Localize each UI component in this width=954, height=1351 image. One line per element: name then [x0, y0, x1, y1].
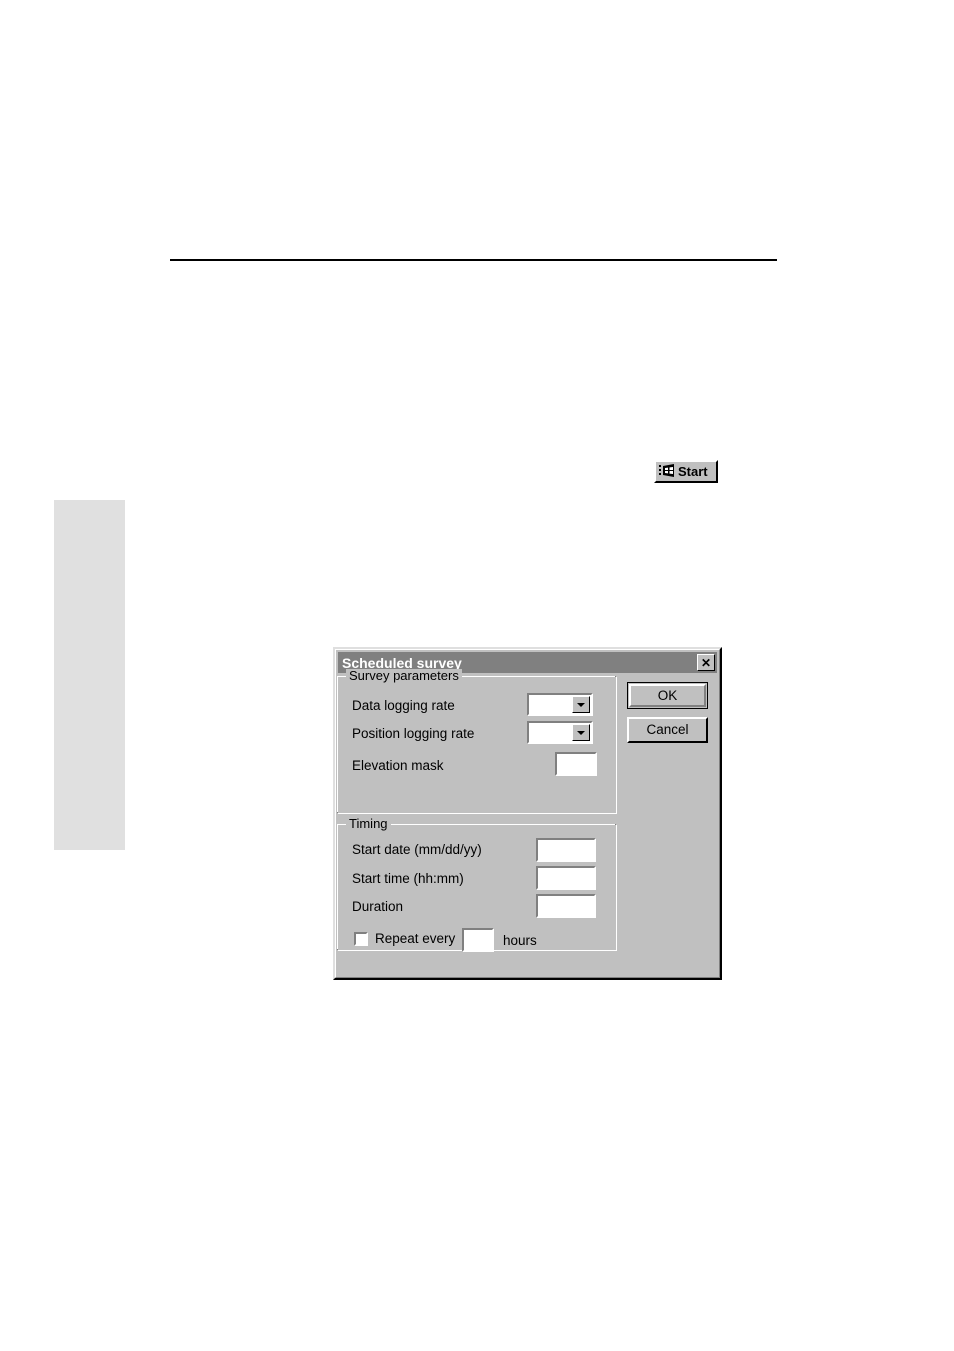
- data-logging-rate-combobox[interactable]: [527, 693, 593, 716]
- ok-button-label: OK: [629, 684, 706, 707]
- timing-group-title: Timing: [346, 817, 391, 830]
- start-date-label: Start date (mm/dd/yy): [352, 842, 482, 857]
- start-date-input[interactable]: [536, 838, 596, 862]
- repeat-hours-input[interactable]: [462, 928, 494, 952]
- elevation-mask-value: [557, 754, 595, 774]
- repeat-every-label: Repeat every: [375, 931, 456, 947]
- repeat-every-checkbox[interactable]: [354, 932, 368, 946]
- start-date-value: [538, 840, 594, 860]
- start-button[interactable]: Start: [654, 460, 718, 483]
- survey-parameters-group-title: Survey parameters: [346, 669, 462, 682]
- chevron-down-icon[interactable]: [572, 696, 590, 713]
- position-logging-rate-combobox[interactable]: [527, 721, 593, 744]
- duration-label: Duration: [352, 899, 404, 914]
- ok-button[interactable]: OK: [627, 682, 708, 709]
- elevation-mask-input[interactable]: [555, 752, 597, 776]
- start-time-input[interactable]: [536, 866, 596, 890]
- windows-flag-icon: [659, 464, 675, 479]
- repeat-every-checkbox-row[interactable]: Repeat every: [354, 932, 455, 946]
- duration-input[interactable]: [536, 894, 596, 918]
- repeat-hours-value: [464, 930, 492, 950]
- start-time-label: Start time (hh:mm): [352, 871, 464, 886]
- elevation-mask-label: Elevation mask: [352, 758, 444, 773]
- margin-callout-bar: [54, 500, 125, 850]
- position-logging-rate-label: Position logging rate: [352, 726, 475, 741]
- close-icon[interactable]: ✕: [697, 654, 715, 671]
- chevron-down-icon[interactable]: [572, 724, 590, 741]
- start-time-value: [538, 868, 594, 888]
- data-logging-rate-label: Data logging rate: [352, 698, 455, 713]
- cancel-button[interactable]: Cancel: [627, 717, 708, 743]
- start-button-label: Start: [678, 464, 708, 479]
- page-horizontal-rule: [170, 259, 777, 261]
- hours-units-label: hours: [503, 933, 537, 948]
- duration-value: [538, 896, 594, 916]
